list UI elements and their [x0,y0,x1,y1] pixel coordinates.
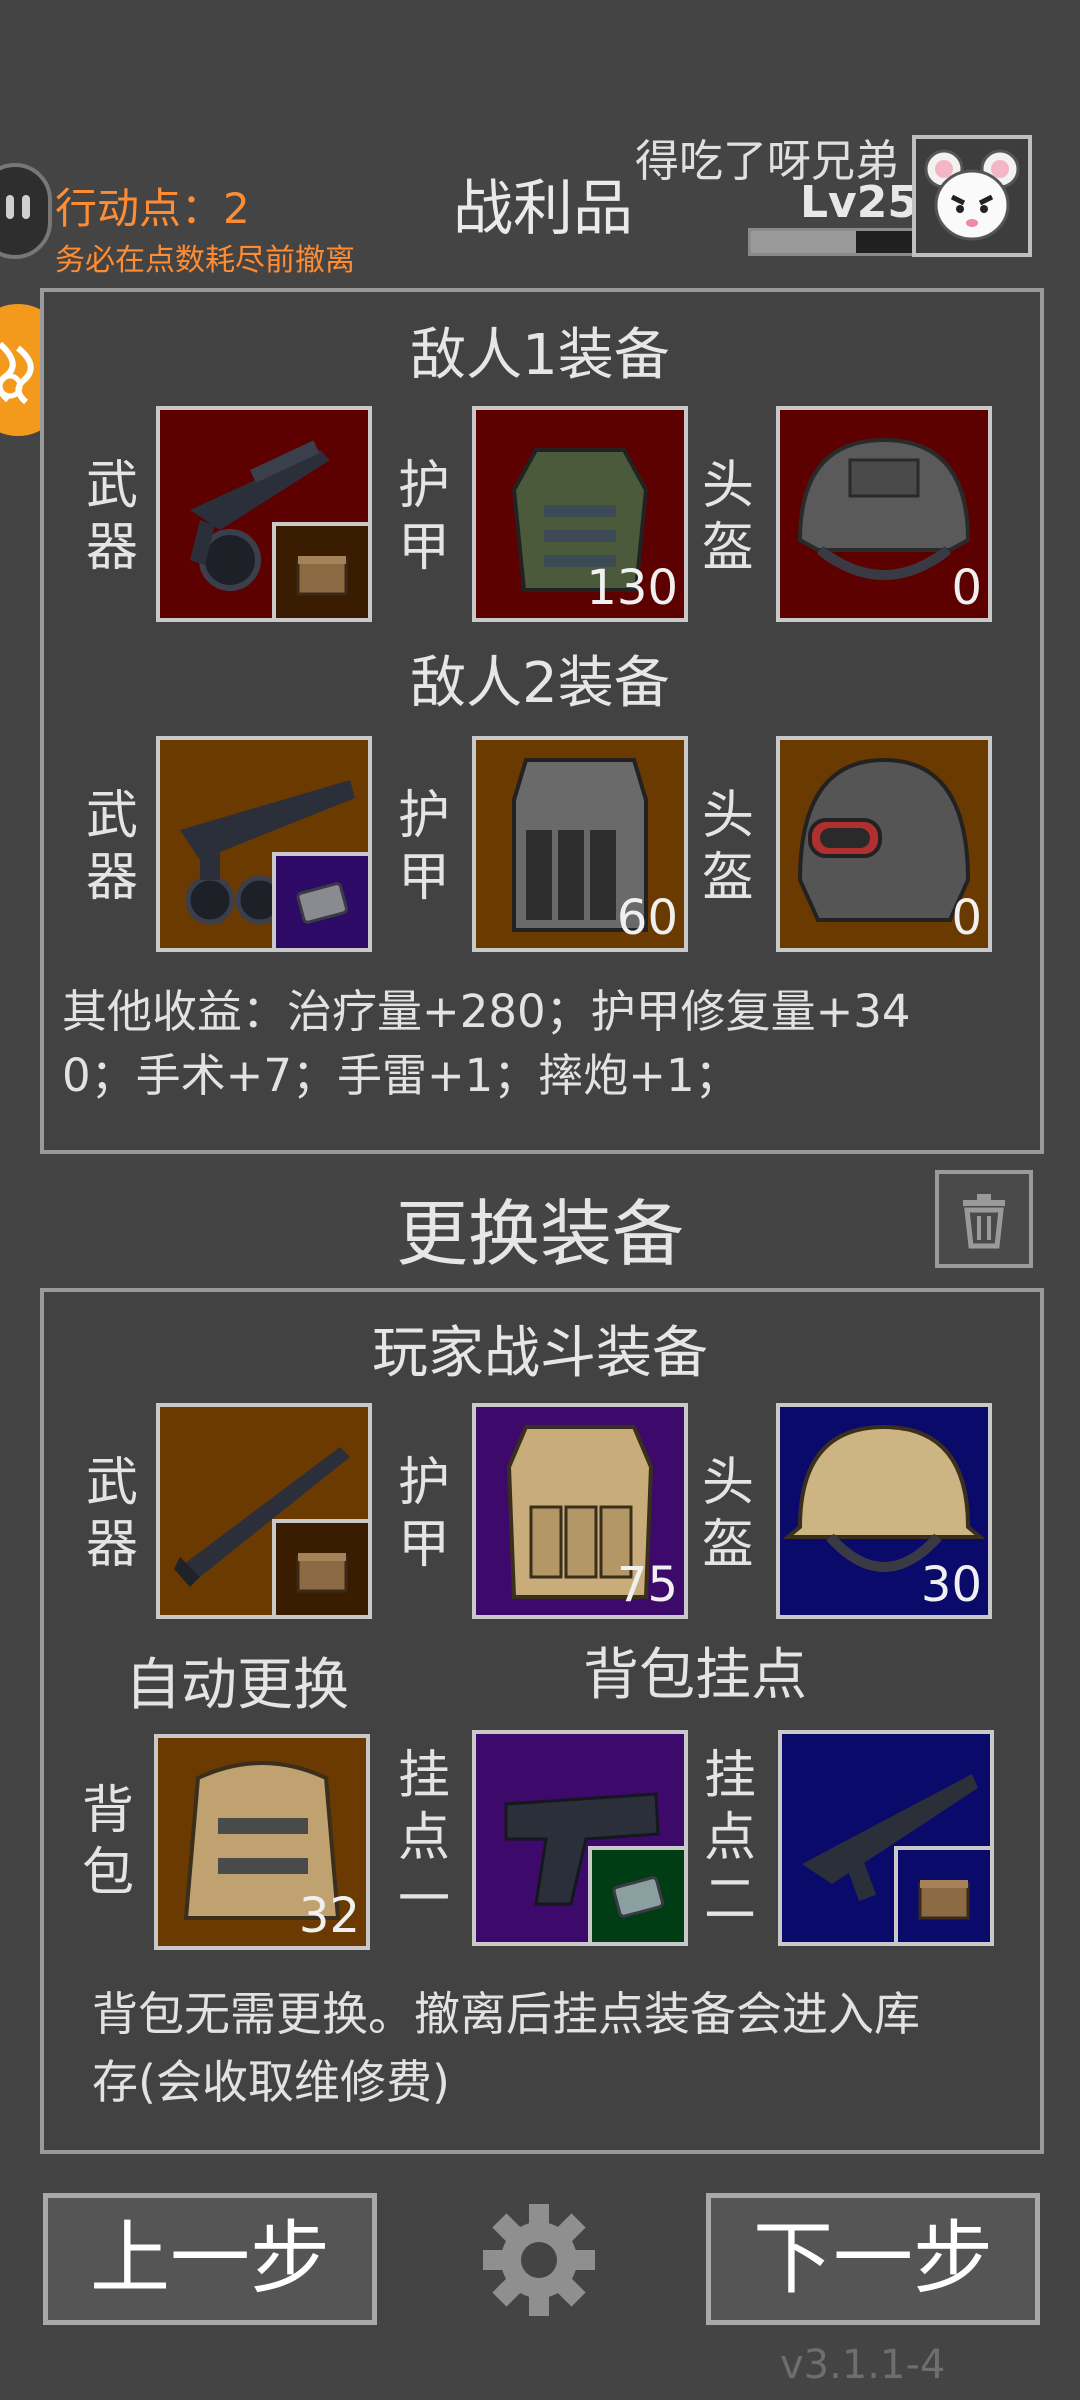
trash-icon [963,1194,1005,1249]
other-income: 其他收益：治疗量+280；护甲修复量+34 0；手术+7；手雷+1；摔炮+1； [62,985,911,1102]
player-weapon-slot[interactable] [156,1403,372,1619]
trash-button[interactable] [935,1170,1033,1268]
settings-button[interactable] [475,2196,603,2324]
menu-badge-icon[interactable] [0,163,52,259]
enemy2-helmet-slot[interactable]: 0 [776,736,992,952]
mount2-slot[interactable] [778,1730,994,1946]
prev-button[interactable]: 上一步 [43,2193,377,2325]
backpack-mounts-label: 背包挂点 [583,1643,807,1708]
mount2-ammo-slot[interactable] [894,1846,990,1942]
enemy2-title: 敌人2装备 [410,651,670,716]
enemy2-weapon-slot[interactable] [156,736,372,952]
evacuate-warning: 务必在点数耗尽前撤离 [55,243,355,278]
player-equipment-title: 玩家战斗装备 [372,1321,708,1386]
change-equipment-title: 更换装备 [395,1192,684,1276]
player-helmet-slot[interactable]: 30 [776,1403,992,1619]
backpack-value: 32 [298,1888,360,1944]
avatar[interactable] [912,135,1032,257]
helmet-label: 头盔 [701,786,754,908]
enemy2-magazine-slot[interactable] [272,852,368,948]
weapon-label: 武器 [85,1453,138,1575]
armor-label: 护甲 [397,786,450,908]
helmet-value: 30 [920,1557,982,1613]
xp-bar [748,228,916,256]
version-text: v3.1.1-4 [780,2342,946,2388]
next-button[interactable]: 下一步 [706,2193,1040,2325]
auto-replace-label[interactable]: 自动更换 [125,1640,349,1721]
magazine-icon [612,1876,664,1918]
enemy1-title: 敌人1装备 [410,323,670,388]
helmet-label: 头盔 [701,456,754,578]
enemy1-ammo-slot[interactable] [272,522,368,618]
enemy1-weapon-slot[interactable] [156,406,372,622]
enemy1-armor-slot[interactable]: 130 [472,406,688,622]
helmet-value: 0 [951,890,982,946]
helmet-label: 头盔 [701,1453,754,1575]
action-points: 行动点：2 [55,184,250,233]
avatar-icon [924,149,1020,241]
ammo-box-icon [918,1880,970,1920]
mount2-label: 挂点二 [703,1746,756,1930]
enemy1-helmet-slot[interactable]: 0 [776,406,992,622]
enemy2-armor-slot[interactable]: 60 [472,736,688,952]
mount1-label: 挂点一 [397,1746,450,1930]
helmet-value: 0 [951,560,982,616]
armor-label: 护甲 [397,1453,450,1575]
armor-value: 60 [616,890,678,946]
weapon-label: 武器 [85,456,138,578]
player-backpack-slot[interactable]: 32 [154,1734,370,1950]
armor-value: 75 [616,1557,678,1613]
backpack-label: 背包 [81,1781,134,1903]
armor-label: 护甲 [397,456,450,578]
weapon-label: 武器 [85,786,138,908]
mount1-slot[interactable] [472,1730,688,1946]
player-ammo-slot[interactable] [272,1519,368,1615]
gear-icon [483,2204,595,2316]
xp-bar-fill [751,231,857,253]
backpack-note: 背包无需更换。撤离后挂点装备会进入库 存(会收取维修费) [92,1987,920,2109]
magazine-icon [296,882,348,924]
armor-value: 130 [586,560,678,616]
page-title: 战利品 [453,174,633,244]
ammo-box-icon [296,1553,348,1593]
mount1-magazine-slot[interactable] [588,1846,684,1942]
player-armor-slot[interactable]: 75 [472,1403,688,1619]
ammo-box-icon [296,556,348,596]
player-level: Lv25 [800,177,918,228]
